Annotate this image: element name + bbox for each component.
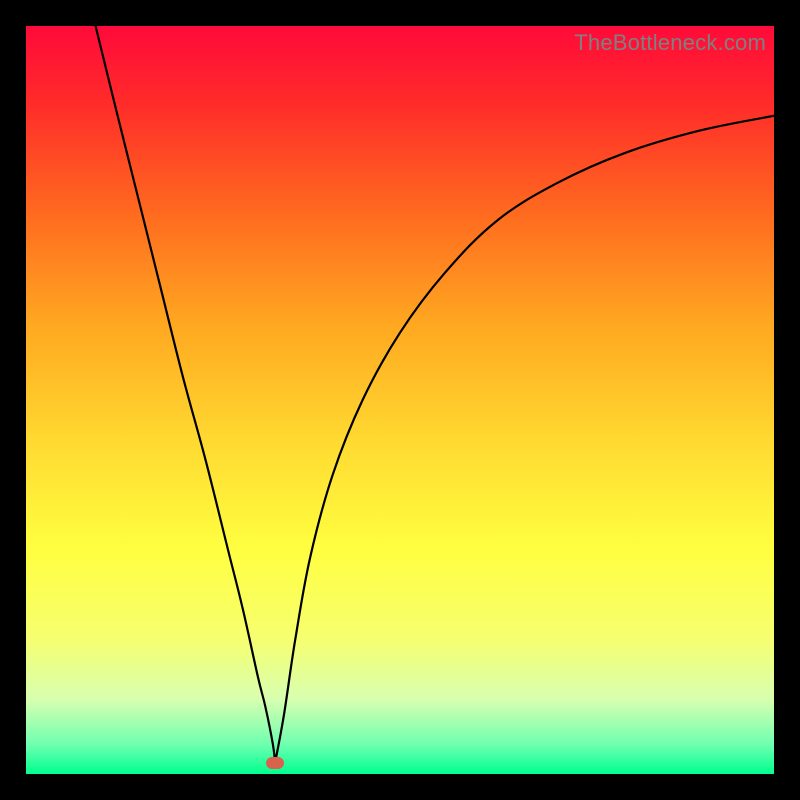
bottleneck-curve-plot bbox=[26, 26, 774, 774]
plot-frame: TheBottleneck.com bbox=[26, 26, 774, 774]
gradient-background bbox=[26, 26, 774, 774]
watermark-text: TheBottleneck.com bbox=[574, 30, 766, 56]
minimum-marker-dot bbox=[266, 757, 284, 769]
